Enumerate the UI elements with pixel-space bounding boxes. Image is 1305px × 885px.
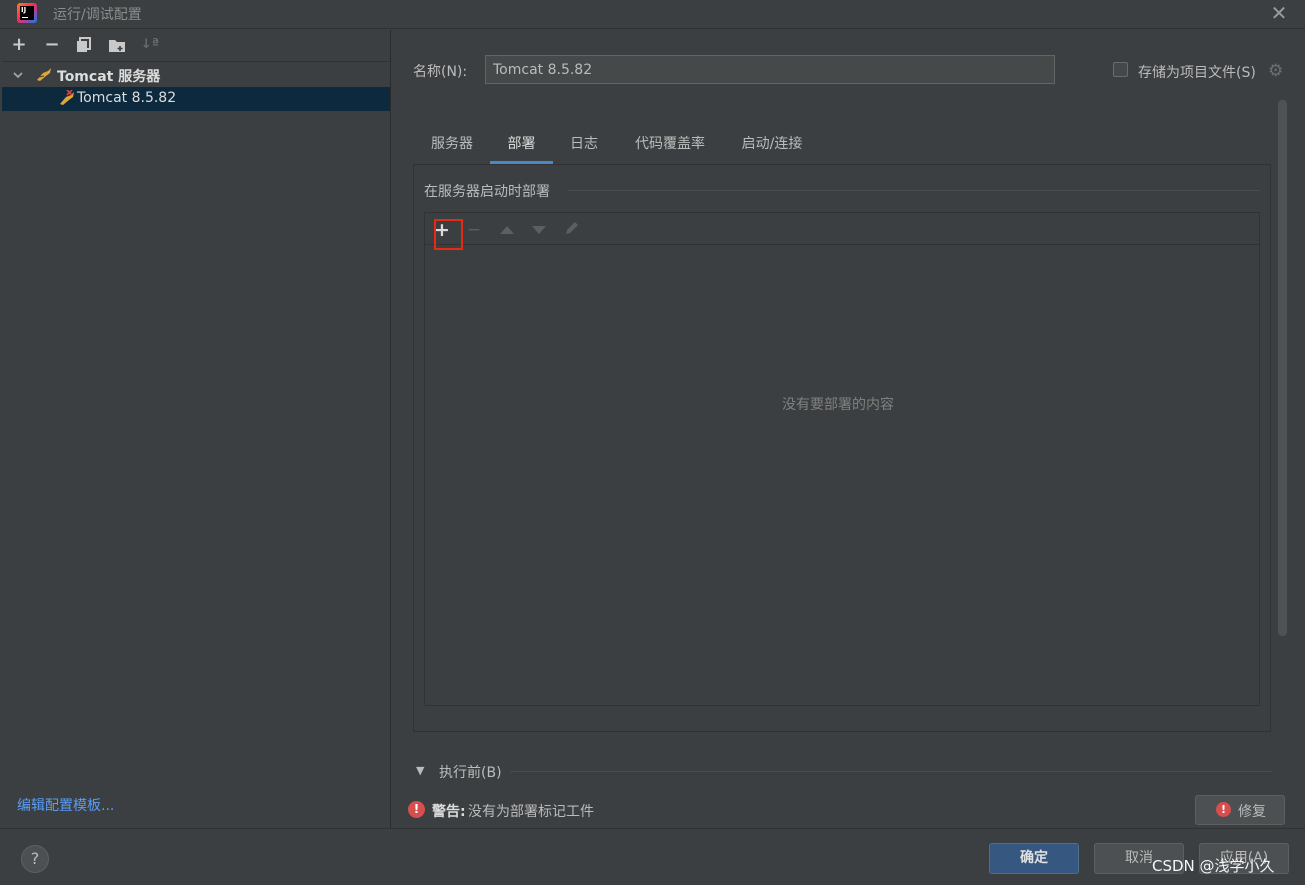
edit-icon[interactable] — [562, 220, 582, 240]
divider — [2, 61, 390, 62]
tree-item-label: Tomcat 8.5.82 — [77, 90, 177, 106]
copy-icon[interactable] — [73, 34, 95, 56]
help-button[interactable]: ? — [21, 845, 49, 873]
warning-text: 没有为部署标记工件 — [468, 804, 594, 820]
divider — [0, 828, 1305, 829]
remove-icon[interactable]: − — [41, 34, 63, 56]
move-up-icon[interactable] — [497, 220, 517, 240]
tab-deployment[interactable]: 部署 — [490, 127, 553, 163]
title-bar: IJ 运行/调试配置 ✕ — [0, 0, 1305, 29]
warning-icon: ! — [1216, 802, 1231, 817]
window-title: 运行/调试配置 — [53, 7, 142, 23]
chevron-down-icon[interactable] — [12, 64, 26, 86]
before-launch-label[interactable]: 执行前(B) — [439, 762, 502, 782]
tree-toolbar: + − ↓ª — [2, 30, 390, 60]
tomcat-icon — [37, 68, 51, 81]
tree-group-tomcat[interactable]: Tomcat 服务器 — [2, 64, 390, 86]
fix-label: 修复 — [1238, 804, 1266, 820]
config-tree-panel: + − ↓ª Tomcat 服务器 Tomcat 8.5.82 编辑配置模板..… — [2, 30, 390, 828]
folder-icon[interactable] — [106, 34, 128, 56]
name-field[interactable] — [485, 55, 1055, 84]
scrollbar[interactable] — [1278, 100, 1287, 636]
tab-server[interactable]: 服务器 — [421, 127, 483, 163]
gear-icon[interactable]: ⚙ — [1268, 61, 1283, 81]
store-as-project-file-label[interactable]: 存储为项目文件(S) — [1138, 62, 1256, 82]
divider — [425, 244, 1259, 245]
move-down-icon[interactable] — [529, 220, 549, 240]
sort-icon[interactable]: ↓ª — [139, 34, 161, 56]
close-icon[interactable]: ✕ — [1268, 2, 1290, 24]
annotation-highlight-box — [434, 219, 463, 250]
divider — [568, 190, 1260, 191]
add-icon[interactable]: + — [8, 34, 30, 56]
expand-arrow-icon[interactable]: ▼ — [416, 764, 424, 777]
tree-group-label: Tomcat 服务器 — [57, 69, 161, 85]
tab-code-coverage[interactable]: 代码覆盖率 — [622, 127, 718, 163]
edit-templates-link[interactable]: 编辑配置模板... — [17, 795, 114, 815]
fix-button[interactable]: ! 修复 — [1195, 795, 1285, 825]
watermark: CSDN @浅学小久 — [1152, 857, 1275, 875]
remove-icon[interactable]: − — [464, 220, 484, 240]
ok-button[interactable]: 确定 — [989, 843, 1079, 874]
deployment-list[interactable] — [424, 212, 1260, 706]
warning-prefix: 警告: — [432, 804, 466, 820]
name-label: 名称(N): — [413, 64, 468, 80]
deploy-section-title: 在服务器启动时部署 — [424, 184, 550, 200]
warning-icon: ! — [408, 801, 425, 818]
tab-startup-connection[interactable]: 启动/连接 — [730, 127, 814, 163]
divider — [390, 30, 391, 828]
empty-list-text: 没有要部署的内容 — [782, 397, 894, 413]
intellij-logo-icon: IJ — [17, 3, 37, 23]
tree-item-tomcat-8582[interactable]: Tomcat 8.5.82 — [2, 87, 390, 111]
tab-logs[interactable]: 日志 — [560, 127, 608, 163]
store-as-project-file-checkbox[interactable] — [1113, 62, 1128, 77]
tomcat-icon — [60, 90, 74, 105]
divider — [510, 771, 1272, 772]
